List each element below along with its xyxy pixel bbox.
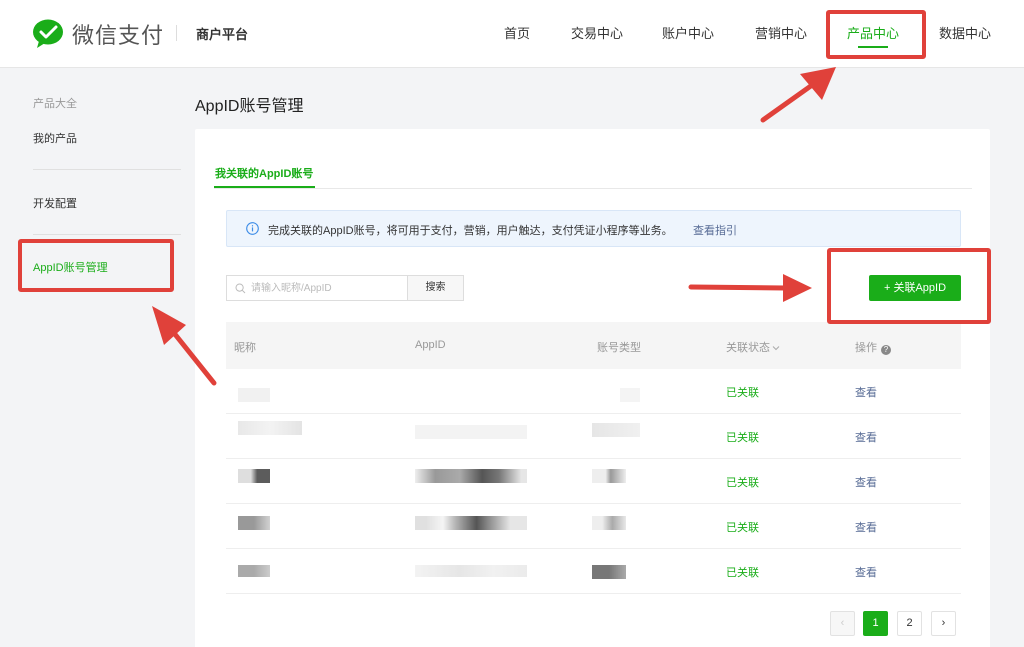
wechat-pay-logo-icon	[33, 19, 63, 48]
sidebar-divider	[33, 234, 181, 235]
sidebar-divider	[33, 169, 181, 170]
view-link[interactable]: 查看	[855, 564, 877, 580]
blurred-nickname	[238, 421, 302, 435]
blurred-account-type	[592, 565, 626, 579]
logo-text: 微信支付	[72, 23, 165, 48]
view-link[interactable]: 查看	[855, 429, 877, 445]
help-icon[interactable]: ?	[881, 345, 891, 355]
column-header-actions-label: 操作	[855, 342, 877, 354]
view-link[interactable]: 查看	[855, 474, 877, 490]
tab-bar-line	[214, 188, 972, 189]
annotation-arrow-icon	[760, 67, 836, 123]
blurred-appid	[415, 469, 527, 483]
column-header-appid: AppID	[415, 339, 446, 351]
table-row: 已关联 查看	[226, 414, 961, 459]
annotation-highlight-appid-management	[18, 239, 174, 292]
sidebar-item-dev-config[interactable]: 开发配置	[33, 195, 77, 211]
status-text: 已关联	[726, 477, 759, 489]
pagination-next-button[interactable]: ›	[931, 611, 956, 636]
search-input[interactable]	[251, 276, 406, 300]
info-notice: 完成关联的AppID账号，将可用于支付，营销，用户触达，支付凭证小程序等业务。 …	[226, 210, 961, 247]
annotation-highlight-product-center	[826, 10, 926, 59]
blurred-account-type	[592, 469, 626, 483]
nav-data-center[interactable]: 数据中心	[939, 23, 991, 42]
sidebar: 产品大全 我的产品 开发配置 AppID账号管理	[0, 69, 181, 647]
view-guide-link[interactable]: 查看指引	[693, 222, 737, 238]
blurred-nickname	[238, 469, 270, 483]
sidebar-group-title: 产品大全	[33, 98, 77, 110]
search-icon	[235, 283, 246, 294]
nav-account-center[interactable]: 账户中心	[662, 23, 714, 42]
annotation-highlight-link-button	[827, 248, 991, 324]
status-text: 已关联	[726, 522, 759, 534]
pagination-page-2[interactable]: 2	[897, 611, 922, 636]
search-button[interactable]: 搜索	[407, 275, 464, 301]
nav-home[interactable]: 首页	[504, 23, 530, 42]
blurred-appid	[415, 425, 527, 439]
status-text: 已关联	[726, 567, 759, 579]
blurred-nickname	[238, 516, 270, 530]
nav-trade-center[interactable]: 交易中心	[571, 23, 623, 42]
tab-active-indicator	[214, 186, 315, 188]
status-text: 已关联	[726, 432, 759, 444]
sidebar-item-my-products[interactable]: 我的产品	[33, 130, 77, 146]
platform-title: 商户平台	[196, 27, 249, 42]
column-header-account-type: 账号类型	[597, 342, 641, 354]
blurred-nickname	[238, 388, 270, 402]
column-header-link-status-label: 关联状态	[726, 342, 770, 354]
table-row: 已关联 查看	[226, 549, 961, 594]
info-icon	[246, 222, 259, 235]
tab-linked-appids[interactable]: 我关联的AppID账号	[215, 165, 313, 181]
pagination-page-1[interactable]: 1	[863, 611, 888, 636]
view-link[interactable]: 查看	[855, 384, 877, 400]
blurred-account-type	[592, 516, 626, 530]
blurred-account-type	[620, 388, 640, 402]
column-header-link-status[interactable]: 关联状态	[726, 339, 780, 355]
page-title: AppID账号管理	[195, 98, 304, 115]
nav-marketing-center[interactable]: 营销中心	[755, 23, 807, 42]
logo-divider	[176, 25, 177, 41]
chevron-down-icon	[772, 346, 780, 351]
wechat-pay-logo[interactable]: 微信支付	[32, 18, 164, 50]
column-header-actions: 操作?	[855, 339, 891, 355]
pagination-prev-button[interactable]: ‹	[830, 611, 855, 636]
column-header-nickname: 昵称	[234, 342, 256, 354]
table-header: 昵称 AppID 账号类型 关联状态 操作?	[226, 322, 961, 369]
notice-text: 完成关联的AppID账号，将可用于支付，营销，用户触达，支付凭证小程序等业务。	[268, 225, 673, 237]
blurred-nickname	[238, 565, 270, 577]
status-text: 已关联	[726, 387, 759, 399]
blurred-appid	[415, 516, 527, 530]
table-row: 已关联 查看	[226, 504, 961, 549]
blurred-account-type	[592, 423, 640, 437]
search-box	[226, 275, 408, 301]
table-row: 已关联 查看	[226, 459, 961, 504]
view-link[interactable]: 查看	[855, 519, 877, 535]
blurred-appid	[415, 565, 527, 577]
table-row: 已关联 查看	[226, 369, 961, 414]
